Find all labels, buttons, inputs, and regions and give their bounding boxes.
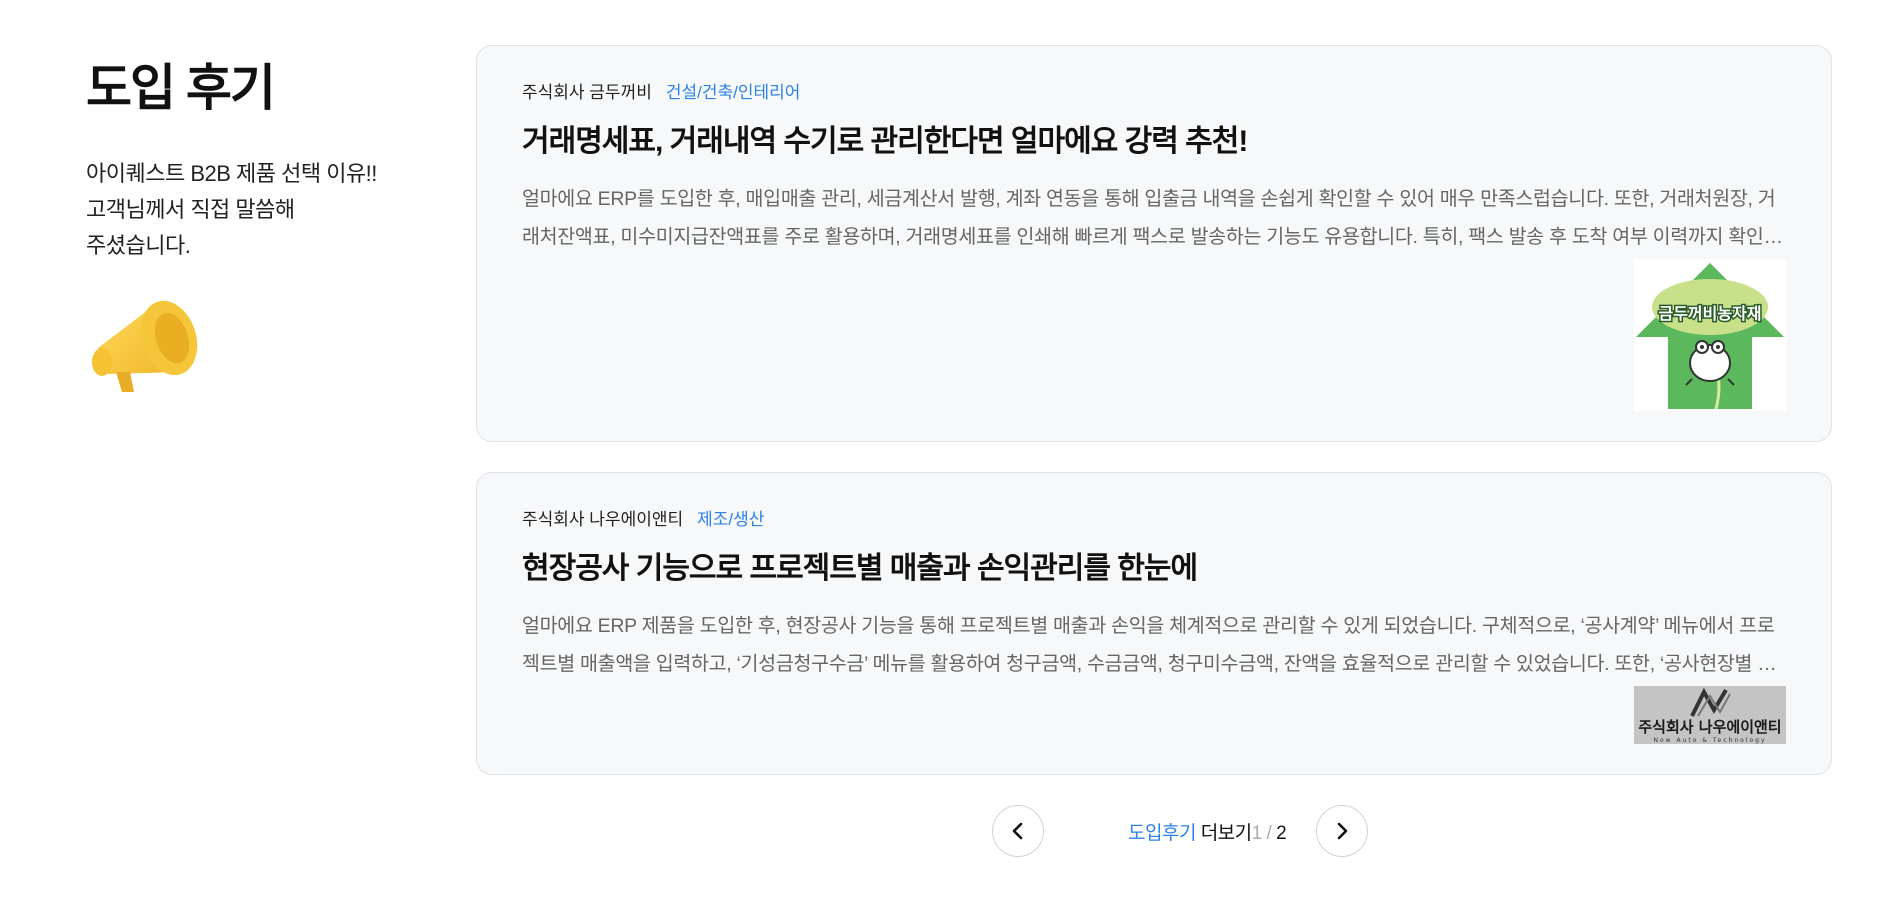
review-excerpt: 얼마에요 ERP를 도입한 후, 매입매출 관리, 세금계산서 발행, 계좌 연… bbox=[522, 188, 1782, 248]
company-name: 주식회사 나우에이앤티 bbox=[522, 509, 684, 529]
company-name: 주식회사 금두꺼비 bbox=[522, 82, 652, 102]
megaphone-icon bbox=[86, 286, 204, 396]
review-meta: 주식회사 금두꺼비 건설/건축/인테리어 bbox=[522, 78, 1786, 102]
industry-category: 제조/생산 bbox=[697, 509, 765, 529]
intro-subtitle: 아이퀘스트 B2B 제품 선택 이유!! 고객님께서 직접 말씀해 주셨습니다. bbox=[86, 156, 446, 264]
pagination-highlight: 도입후기 bbox=[1128, 822, 1196, 844]
industry-category: 건설/건축/인테리어 bbox=[665, 82, 801, 102]
chevron-left-icon bbox=[1012, 822, 1023, 840]
review-title[interactable]: 거래명세표, 거래내역 수기로 관리한다면 얼마에요 강력 추천! bbox=[522, 122, 1786, 162]
subtitle-line: 고객님께서 직접 말씀해 bbox=[86, 197, 295, 222]
review-excerpt: 얼마에요 ERP 제품을 도입한 후, 현장공사 기능을 통해 프로젝트별 매출… bbox=[522, 615, 1775, 675]
logo-text: 금두꺼비농자재 bbox=[1658, 304, 1761, 323]
pagination: 도입후기 더보기1 / 2 bbox=[992, 805, 1369, 857]
page-separator: / bbox=[1266, 822, 1272, 844]
company-logo-frog: 금두꺼비농자재 bbox=[1634, 259, 1786, 411]
review-list: 주식회사 금두꺼비 건설/건축/인테리어 거래명세표, 거래내역 수기로 관리한… bbox=[476, 45, 1832, 805]
prev-page-button[interactable] bbox=[992, 805, 1044, 857]
total-pages: 2 bbox=[1276, 822, 1287, 844]
logo-text: 주식회사 나우에이앤티 bbox=[1638, 718, 1781, 736]
review-card[interactable]: 주식회사 금두꺼비 건설/건축/인테리어 거래명세표, 거래내역 수기로 관리한… bbox=[476, 45, 1832, 442]
subtitle-line: 주셨습니다. bbox=[86, 233, 191, 258]
intro-panel: 도입 후기 아이퀘스트 B2B 제품 선택 이유!! 고객님께서 직접 말씀해 … bbox=[86, 40, 446, 396]
subtitle-line: 아이퀘스트 B2B 제품 선택 이유!! bbox=[86, 161, 377, 186]
pagination-label: 도입후기 더보기1 / 2 bbox=[1128, 818, 1287, 845]
current-page: 1 bbox=[1251, 822, 1263, 844]
review-title[interactable]: 현장공사 기능으로 프로젝트별 매출과 손익관리를 한눈에 bbox=[522, 549, 1786, 589]
review-meta: 주식회사 나우에이앤티 제조/생산 bbox=[522, 505, 1786, 529]
page-title: 도입 후기 bbox=[86, 60, 276, 116]
review-card[interactable]: 주식회사 나우에이앤티 제조/생산 현장공사 기능으로 프로젝트별 매출과 손익… bbox=[476, 472, 1832, 775]
chevron-right-icon bbox=[1337, 822, 1348, 840]
company-logo-now: 주식회사 나우에이앤티 Now Auto & Technology bbox=[1634, 686, 1786, 744]
pagination-more: 더보기 bbox=[1200, 822, 1252, 844]
next-page-button[interactable] bbox=[1316, 805, 1369, 857]
logo-subtext: Now Auto & Technology bbox=[1653, 737, 1766, 744]
